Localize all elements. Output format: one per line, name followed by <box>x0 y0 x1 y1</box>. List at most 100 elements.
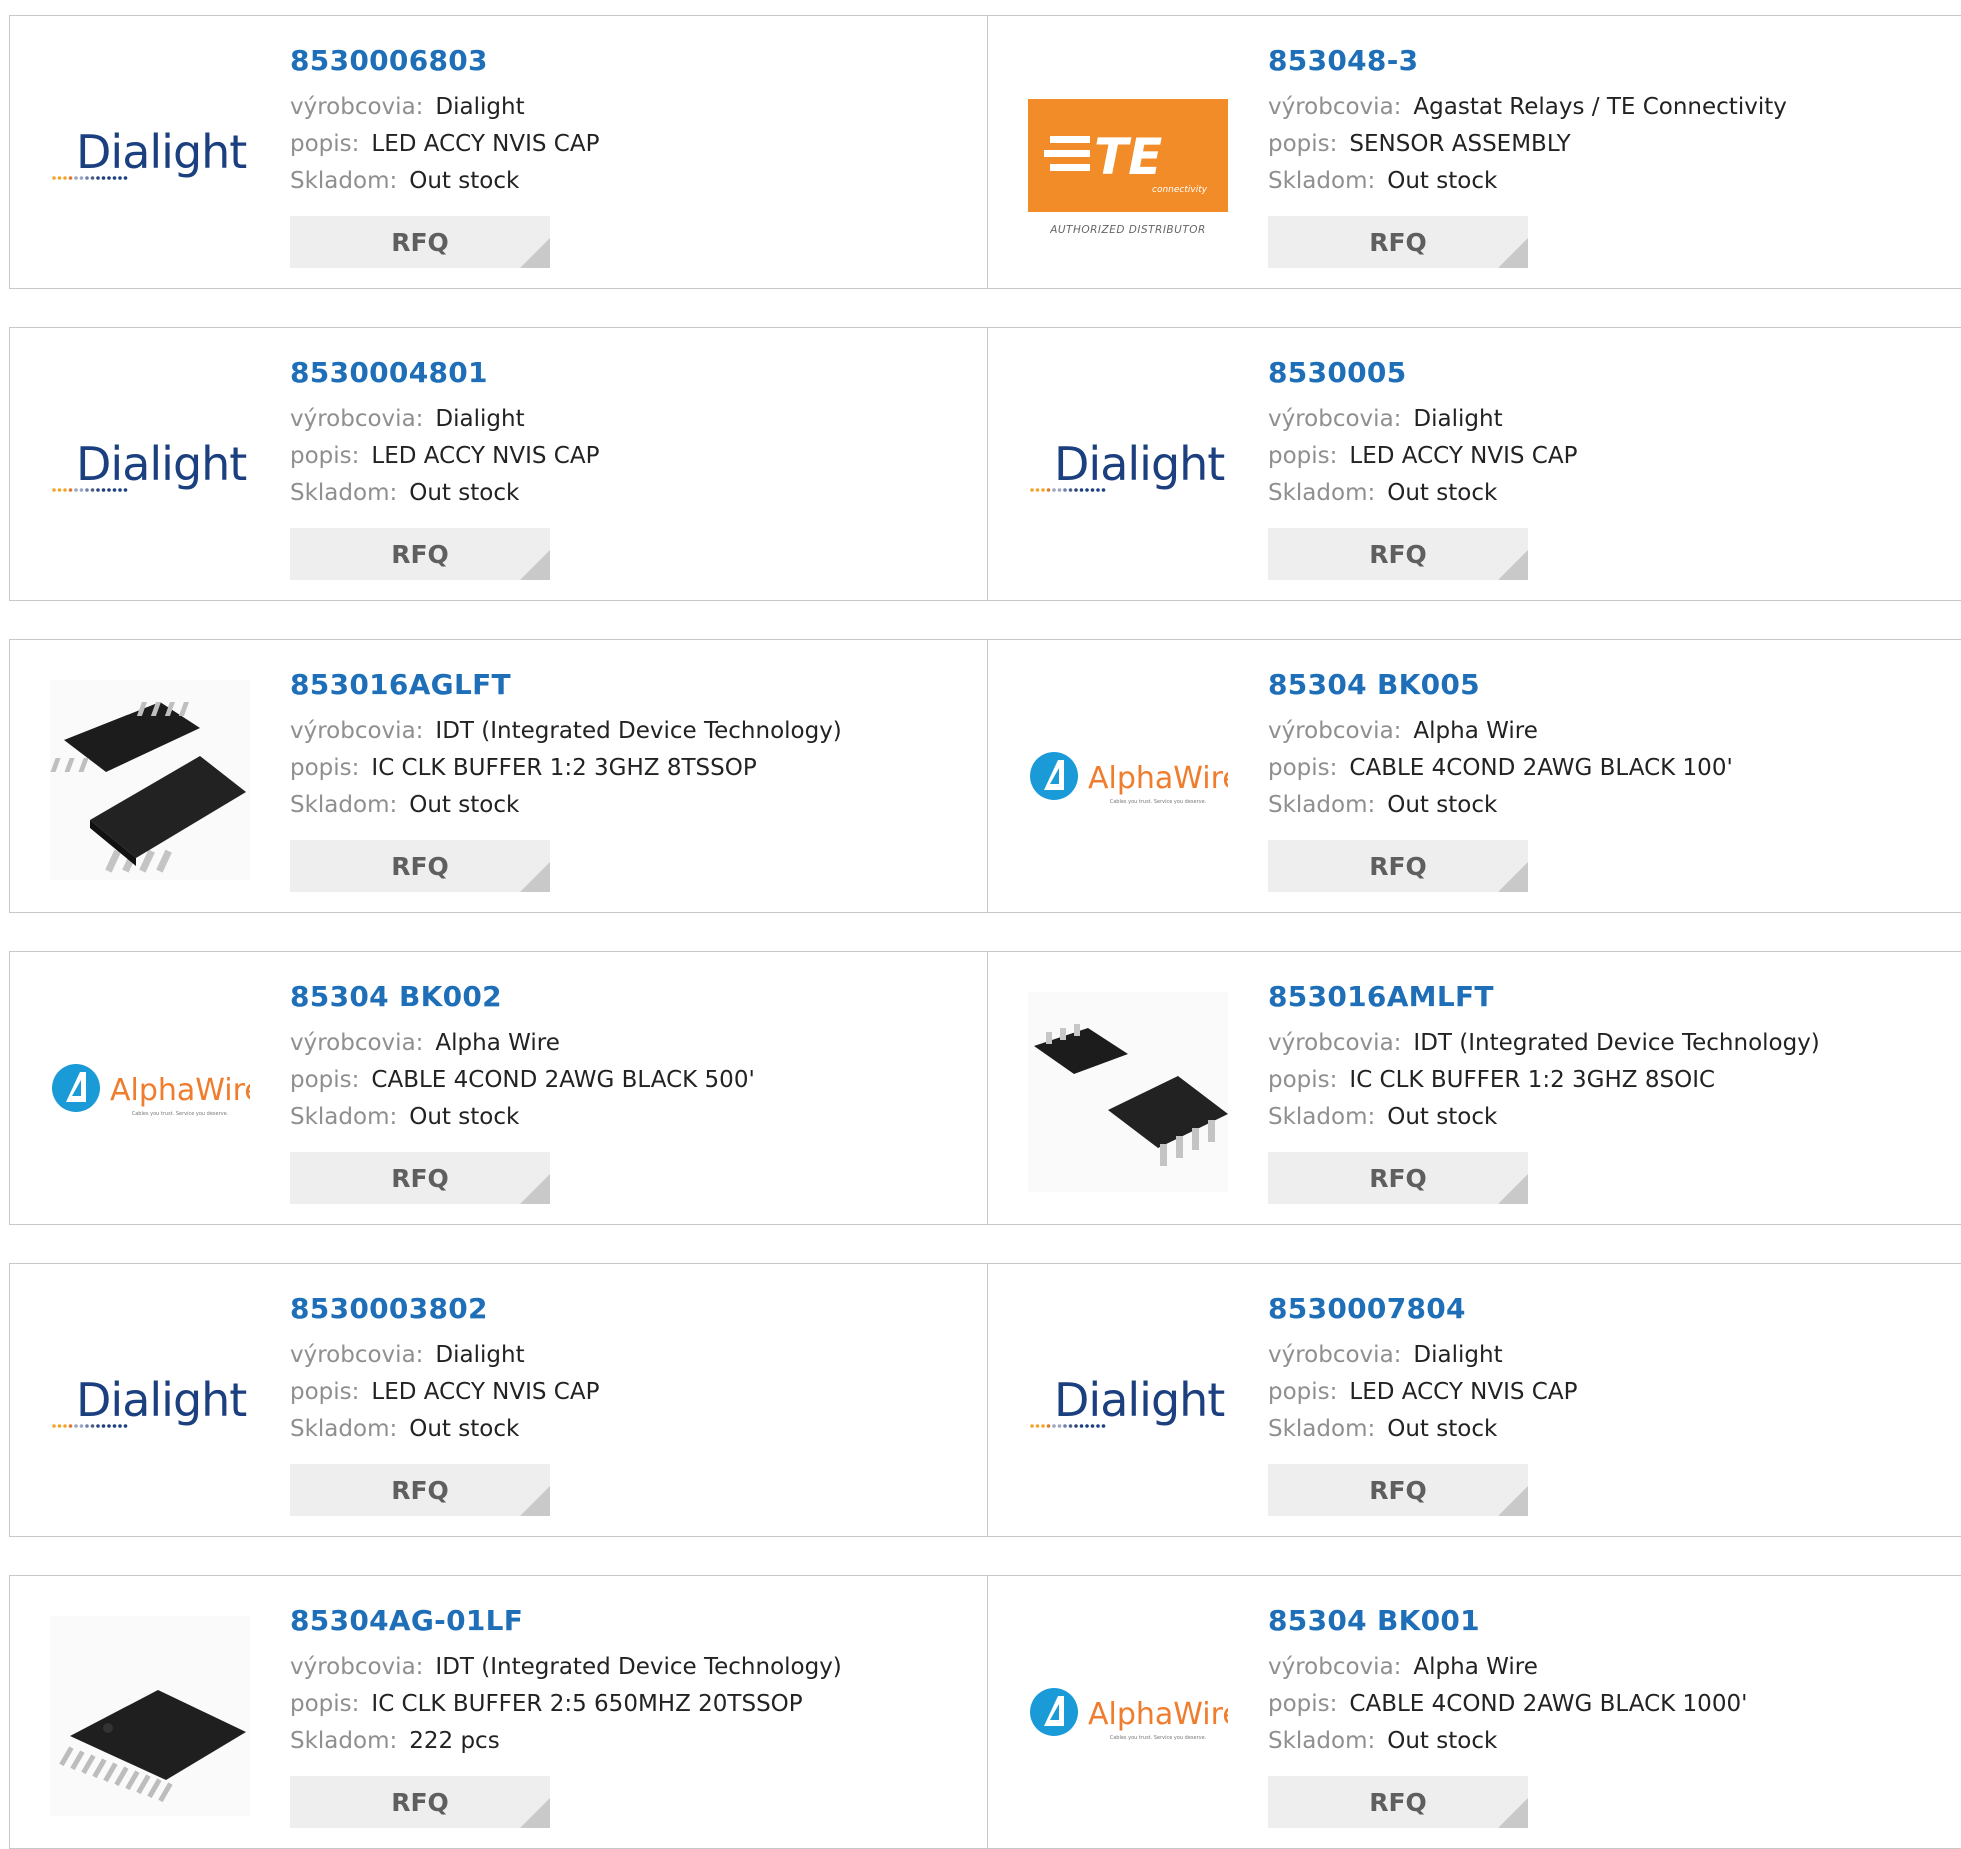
product-image[interactable]: Dialight <box>1028 368 1228 568</box>
part-number-link[interactable]: 8530003802 <box>290 1292 599 1325</box>
part-number-link[interactable]: 85304 BK005 <box>1268 668 1733 701</box>
stock-row: Skladom: Out stock <box>1268 475 1577 512</box>
part-number-link[interactable]: 85304 BK002 <box>290 980 755 1013</box>
manufacturer-label: výrobcovia: <box>1268 1030 1402 1056</box>
description-row: popis: LED ACCY NVIS CAP <box>290 438 599 475</box>
product-card: 853016AGLFT výrobcovia: IDT (Integrated D… <box>9 639 987 913</box>
stock-label: Skladom: <box>290 1416 398 1442</box>
stock-value: Out stock <box>409 168 520 194</box>
product-card: AlphaWire Cables you trust. Service you … <box>9 951 987 1225</box>
manufacturer-row: výrobcovia: Dialight <box>290 89 599 126</box>
product-info: 853048-3 výrobcovia: Agastat Relays / TE … <box>1268 44 1787 200</box>
stock-label: Skladom: <box>1268 792 1376 818</box>
stock-value: Out stock <box>1387 792 1498 818</box>
product-grid: Dialight 8530006803 výrobcovia: Dialight … <box>9 15 1961 1849</box>
part-number-link[interactable]: 853016AMLFT <box>1268 980 1820 1013</box>
manufacturer-value: Dialight <box>1413 406 1503 432</box>
stock-row: Skladom: Out stock <box>290 787 842 824</box>
part-number-link[interactable]: 8530005 <box>1268 356 1577 389</box>
part-number-link[interactable]: 85304 BK001 <box>1268 1604 1747 1637</box>
description-label: popis: <box>290 1691 360 1717</box>
rfq-corner-decoration <box>520 1798 550 1828</box>
dialight-logo-icon: Dialight <box>52 1373 247 1428</box>
chip-photo-icon <box>50 680 250 880</box>
stock-label: Skladom: <box>1268 1728 1376 1754</box>
manufacturer-label: výrobcovia: <box>290 1342 424 1368</box>
rfq-button[interactable]: RFQ <box>290 840 550 892</box>
manufacturer-row: výrobcovia: Dialight <box>1268 401 1577 438</box>
description-label: popis: <box>1268 1067 1338 1093</box>
product-image[interactable]: AlphaWire Cables you trust. Service you … <box>50 992 250 1192</box>
alphawire-logo-icon: AlphaWire Cables you trust. Service you … <box>1030 752 1228 805</box>
rfq-button[interactable]: RFQ <box>290 1464 550 1516</box>
stock-label: Skladom: <box>1268 1104 1376 1130</box>
description-label: popis: <box>1268 443 1338 469</box>
manufacturer-value: IDT (Integrated Device Technology) <box>435 718 842 744</box>
rfq-button[interactable]: RFQ <box>1268 528 1528 580</box>
manufacturer-label: výrobcovia: <box>290 1030 424 1056</box>
manufacturer-value: Agastat Relays / TE Connectivity <box>1413 94 1787 120</box>
description-row: popis: CABLE 4COND 2AWG BLACK 1000' <box>1268 1686 1747 1723</box>
svg-text:AlphaWire: AlphaWire <box>1088 761 1228 796</box>
description-label: popis: <box>1268 131 1338 157</box>
part-number-link[interactable]: 853016AGLFT <box>290 668 842 701</box>
rfq-button[interactable]: RFQ <box>1268 840 1528 892</box>
description-label: popis: <box>1268 1379 1338 1405</box>
description-value: LED ACCY NVIS CAP <box>1349 443 1578 469</box>
svg-text:Dialight: Dialight <box>1054 1373 1224 1427</box>
product-image[interactable]: Dialight <box>50 56 250 256</box>
product-image[interactable]: Dialight <box>1028 1304 1228 1504</box>
rfq-button[interactable]: RFQ <box>290 1776 550 1828</box>
product-image[interactable]: TE connectivity AUTHORIZED DISTRIBUTOR <box>1028 56 1228 256</box>
product-image[interactable]: AlphaWire Cables you trust. Service you … <box>1028 1616 1228 1816</box>
rfq-button[interactable]: RFQ <box>1268 1152 1528 1204</box>
rfq-corner-decoration <box>520 238 550 268</box>
description-label: popis: <box>1268 755 1338 781</box>
part-number-link[interactable]: 8530007804 <box>1268 1292 1577 1325</box>
product-image[interactable]: Dialight <box>50 368 250 568</box>
manufacturer-row: výrobcovia: IDT (Integrated Device Techno… <box>290 1649 842 1686</box>
manufacturer-value: Alpha Wire <box>1413 718 1538 744</box>
description-value: IC CLK BUFFER 1:2 3GHZ 8SOIC <box>1349 1067 1716 1093</box>
manufacturer-row: výrobcovia: Alpha Wire <box>1268 1649 1747 1686</box>
rfq-corner-decoration <box>520 862 550 892</box>
product-image[interactable] <box>50 680 250 880</box>
stock-value: Out stock <box>1387 1104 1498 1130</box>
rfq-button[interactable]: RFQ <box>290 528 550 580</box>
stock-label: Skladom: <box>1268 168 1376 194</box>
part-number-link[interactable]: 85304AG-01LF <box>290 1604 842 1637</box>
description-value: IC CLK BUFFER 2:5 650MHZ 20TSSOP <box>371 1691 803 1717</box>
product-image[interactable] <box>50 1616 250 1816</box>
stock-label: Skladom: <box>1268 480 1376 506</box>
manufacturer-row: výrobcovia: Alpha Wire <box>1268 713 1733 750</box>
product-info: 853016AGLFT výrobcovia: IDT (Integrated D… <box>290 668 842 824</box>
stock-row: Skladom: Out stock <box>290 1411 599 1448</box>
description-row: popis: LED ACCY NVIS CAP <box>290 1374 599 1411</box>
part-number-link[interactable]: 853048-3 <box>1268 44 1787 77</box>
stock-value: Out stock <box>1387 168 1498 194</box>
rfq-button[interactable]: RFQ <box>1268 1464 1528 1516</box>
product-image[interactable]: AlphaWire Cables you trust. Service you … <box>1028 680 1228 880</box>
part-number-link[interactable]: 8530004801 <box>290 356 599 389</box>
stock-row: Skladom: Out stock <box>290 1099 755 1136</box>
stock-row: Skladom: Out stock <box>1268 1411 1577 1448</box>
product-image[interactable] <box>1028 992 1228 1192</box>
alphawire-logo-icon: AlphaWire Cables you trust. Service you … <box>52 1064 250 1117</box>
stock-value: Out stock <box>409 792 520 818</box>
stock-row: Skladom: Out stock <box>290 163 599 200</box>
rfq-label: RFQ <box>391 228 449 257</box>
stock-row: Skladom: Out stock <box>290 475 599 512</box>
product-info: 8530005 výrobcovia: Dialight popis: LED AC… <box>1268 356 1577 512</box>
product-card: Dialight 8530006803 výrobcovia: Dialight … <box>9 15 987 289</box>
rfq-button[interactable]: RFQ <box>290 1152 550 1204</box>
rfq-button[interactable]: RFQ <box>1268 1776 1528 1828</box>
rfq-label: RFQ <box>1369 1164 1427 1193</box>
part-number-link[interactable]: 8530006803 <box>290 44 599 77</box>
stock-row: Skladom: 222 pcs <box>290 1723 842 1760</box>
stock-label: Skladom: <box>290 1104 398 1130</box>
rfq-label: RFQ <box>1369 540 1427 569</box>
rfq-button[interactable]: RFQ <box>290 216 550 268</box>
rfq-button[interactable]: RFQ <box>1268 216 1528 268</box>
product-image[interactable]: Dialight <box>50 1304 250 1504</box>
description-row: popis: IC CLK BUFFER 1:2 3GHZ 8SOIC <box>1268 1062 1820 1099</box>
